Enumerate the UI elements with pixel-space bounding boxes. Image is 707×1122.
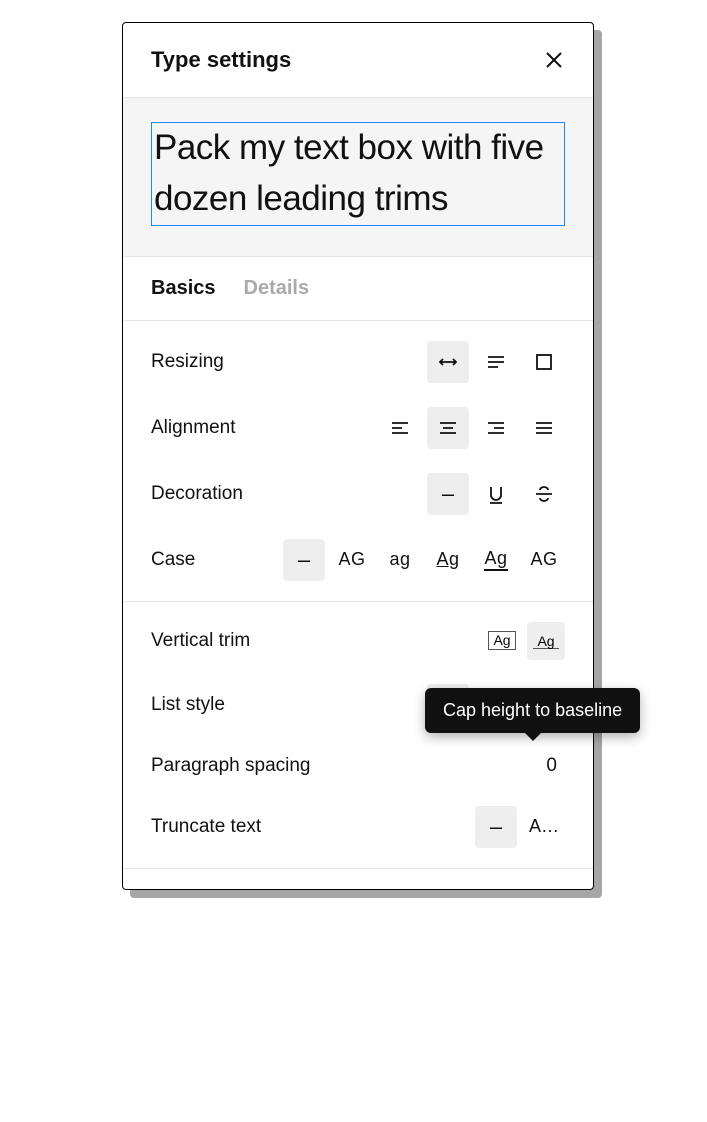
trim-cap-baseline-icon: Ag	[533, 633, 558, 649]
case-upper-label: AG	[338, 549, 365, 570]
panel-header: Type settings	[123, 23, 593, 97]
panel-title: Type settings	[151, 47, 291, 73]
row-vertical-trim: Vertical trim Ag Ag	[123, 610, 593, 672]
label-alignment: Alignment	[151, 417, 236, 439]
resizing-auto-width-button[interactable]	[427, 341, 469, 383]
label-list-style: List style	[151, 694, 225, 716]
truncate-none-button[interactable]: –	[475, 806, 517, 848]
underline-icon	[484, 482, 508, 506]
case-forced-title-button[interactable]: Ag	[475, 539, 517, 581]
align-left-icon	[388, 416, 412, 440]
paragraph-spacing-value[interactable]: 0	[546, 755, 565, 777]
row-resizing: Resizing	[123, 329, 593, 395]
label-decoration: Decoration	[151, 483, 243, 505]
resizing-options	[427, 341, 565, 383]
label-paragraph-spacing: Paragraph spacing	[151, 755, 311, 777]
resizing-auto-height-button[interactable]	[475, 341, 517, 383]
preview-area: Pack my text box with five dozen leading…	[123, 97, 593, 257]
lines-icon	[484, 350, 508, 374]
vertical-trim-cap-baseline-button[interactable]: Ag	[527, 622, 565, 660]
case-upper-button[interactable]: AG	[331, 539, 373, 581]
decoration-none-button[interactable]: –	[427, 473, 469, 515]
truncate-ellipsis-label: A…	[529, 816, 559, 837]
truncate-options: – A…	[475, 806, 565, 848]
label-resizing: Resizing	[151, 351, 224, 373]
row-truncate: Truncate text – A…	[123, 794, 593, 860]
tab-details[interactable]: Details	[244, 277, 310, 300]
close-icon	[544, 50, 564, 70]
align-left-button[interactable]	[379, 407, 421, 449]
row-decoration: Decoration –	[123, 461, 593, 527]
vertical-trim-options: Ag Ag	[483, 622, 565, 660]
tooltip-cap-height: Cap height to baseline	[425, 688, 640, 733]
case-options: – AG ag Ag Ag AG	[283, 539, 565, 581]
trim-standard-icon: Ag	[488, 631, 515, 650]
strikethrough-icon	[532, 482, 556, 506]
align-center-button[interactable]	[427, 407, 469, 449]
align-right-button[interactable]	[475, 407, 517, 449]
dash-icon: –	[442, 481, 454, 507]
decoration-strikethrough-button[interactable]	[523, 473, 565, 515]
align-justify-button[interactable]	[523, 407, 565, 449]
row-paragraph-spacing: Paragraph spacing 0	[123, 738, 593, 794]
square-icon	[532, 350, 556, 374]
row-case: Case – AG ag Ag Ag AG	[123, 527, 593, 593]
dash-icon: –	[490, 814, 502, 840]
align-center-icon	[436, 416, 460, 440]
case-lower-button[interactable]: ag	[379, 539, 421, 581]
label-vertical-trim: Vertical trim	[151, 630, 250, 652]
decoration-options: –	[427, 473, 565, 515]
case-title-label: Ag	[436, 549, 459, 570]
label-truncate: Truncate text	[151, 816, 261, 838]
preview-textbox[interactable]: Pack my text box with five dozen leading…	[151, 122, 565, 226]
type-settings-panel: Type settings Pack my text box with five…	[122, 22, 594, 890]
dash-icon: –	[298, 547, 310, 573]
case-smallcaps-button[interactable]: AG	[523, 539, 565, 581]
arrow-left-right-icon	[436, 350, 460, 374]
tab-basics[interactable]: Basics	[151, 277, 216, 300]
close-button[interactable]	[543, 49, 565, 71]
decoration-underline-button[interactable]	[475, 473, 517, 515]
label-case: Case	[151, 549, 195, 571]
tabs: Basics Details	[123, 257, 593, 321]
case-smallcaps-label: AG	[530, 549, 557, 570]
section-basics-2: Vertical trim Ag Ag List style –	[123, 602, 593, 869]
vertical-trim-standard-button[interactable]: Ag	[483, 622, 521, 660]
align-right-icon	[484, 416, 508, 440]
case-lower-label: ag	[389, 549, 410, 570]
case-none-button[interactable]: –	[283, 539, 325, 581]
case-forced-label: Ag	[484, 548, 507, 571]
align-justify-icon	[532, 416, 556, 440]
alignment-options	[379, 407, 565, 449]
resizing-fixed-button[interactable]	[523, 341, 565, 383]
truncate-ellipsis-button[interactable]: A…	[523, 806, 565, 848]
section-basics-1: Resizing Alignment	[123, 321, 593, 602]
case-title-button[interactable]: Ag	[427, 539, 469, 581]
row-alignment: Alignment	[123, 395, 593, 461]
